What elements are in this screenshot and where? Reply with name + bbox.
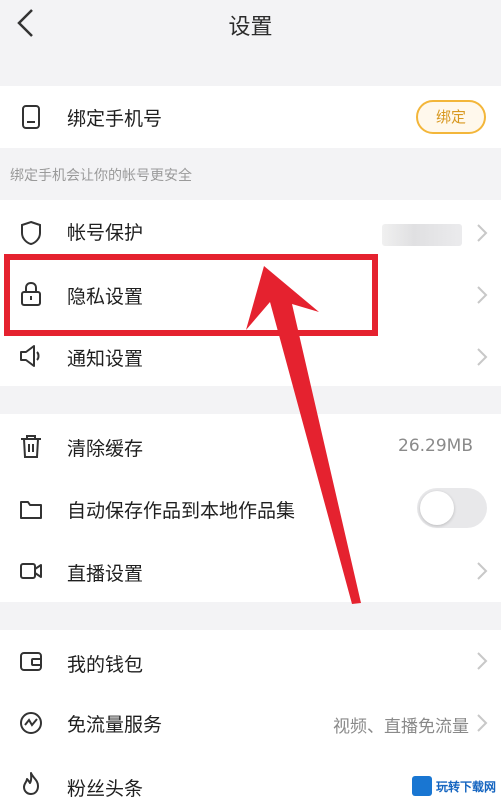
watermark-text: 玩转下载网 [436,780,497,794]
blurred-value [382,224,462,246]
chevron-right-icon [477,652,488,670]
highlight-box [4,254,378,336]
speaker-icon [20,345,40,367]
clear-cache-label: 清除缓存 [67,438,144,460]
bind-phone-note: 绑定手机会让你的帐号更安全 [10,168,192,184]
auto-save-toggle[interactable] [417,488,487,528]
header: 设置 [0,0,501,50]
live-settings-label: 直播设置 [67,563,144,585]
cache-size: 26.29MB [398,436,473,456]
bind-button[interactable]: 绑定 [416,100,486,134]
wave-icon [20,712,42,734]
watermark: 玩转下载网 [412,774,498,798]
wallet-row[interactable]: 我的钱包 [0,630,501,692]
clear-cache-row[interactable]: 清除缓存 26.29MB [0,414,501,478]
chevron-right-icon [477,714,488,732]
wallet-icon [20,652,42,671]
bind-phone-label: 绑定手机号 [67,108,163,130]
data-free-value: 视频、直播免流量 [333,717,469,737]
toggle-knob [420,491,454,525]
chevron-right-icon [477,348,488,366]
trash-icon [21,435,41,458]
chevron-right-icon [477,286,488,304]
fans-headline-label: 粉丝头条 [67,778,144,800]
notification-settings-label: 通知设置 [67,348,144,370]
auto-save-label: 自动保存作品到本地作品集 [67,500,296,522]
phone-icon [22,105,40,129]
video-camera-icon [20,563,42,579]
folder-icon [20,501,42,519]
chevron-right-icon [477,224,488,242]
shield-icon [21,220,41,246]
wallet-label: 我的钱包 [67,654,144,676]
live-settings-row[interactable]: 直播设置 [0,540,501,602]
flame-icon [23,772,39,795]
chevron-right-icon [477,562,488,580]
watermark-logo-icon [412,776,432,796]
page-title: 设置 [228,15,273,40]
data-free-row[interactable]: 免流量服务 视频、直播免流量 [0,692,501,754]
account-protection-label: 帐号保护 [67,222,144,244]
data-free-label: 免流量服务 [67,714,163,736]
